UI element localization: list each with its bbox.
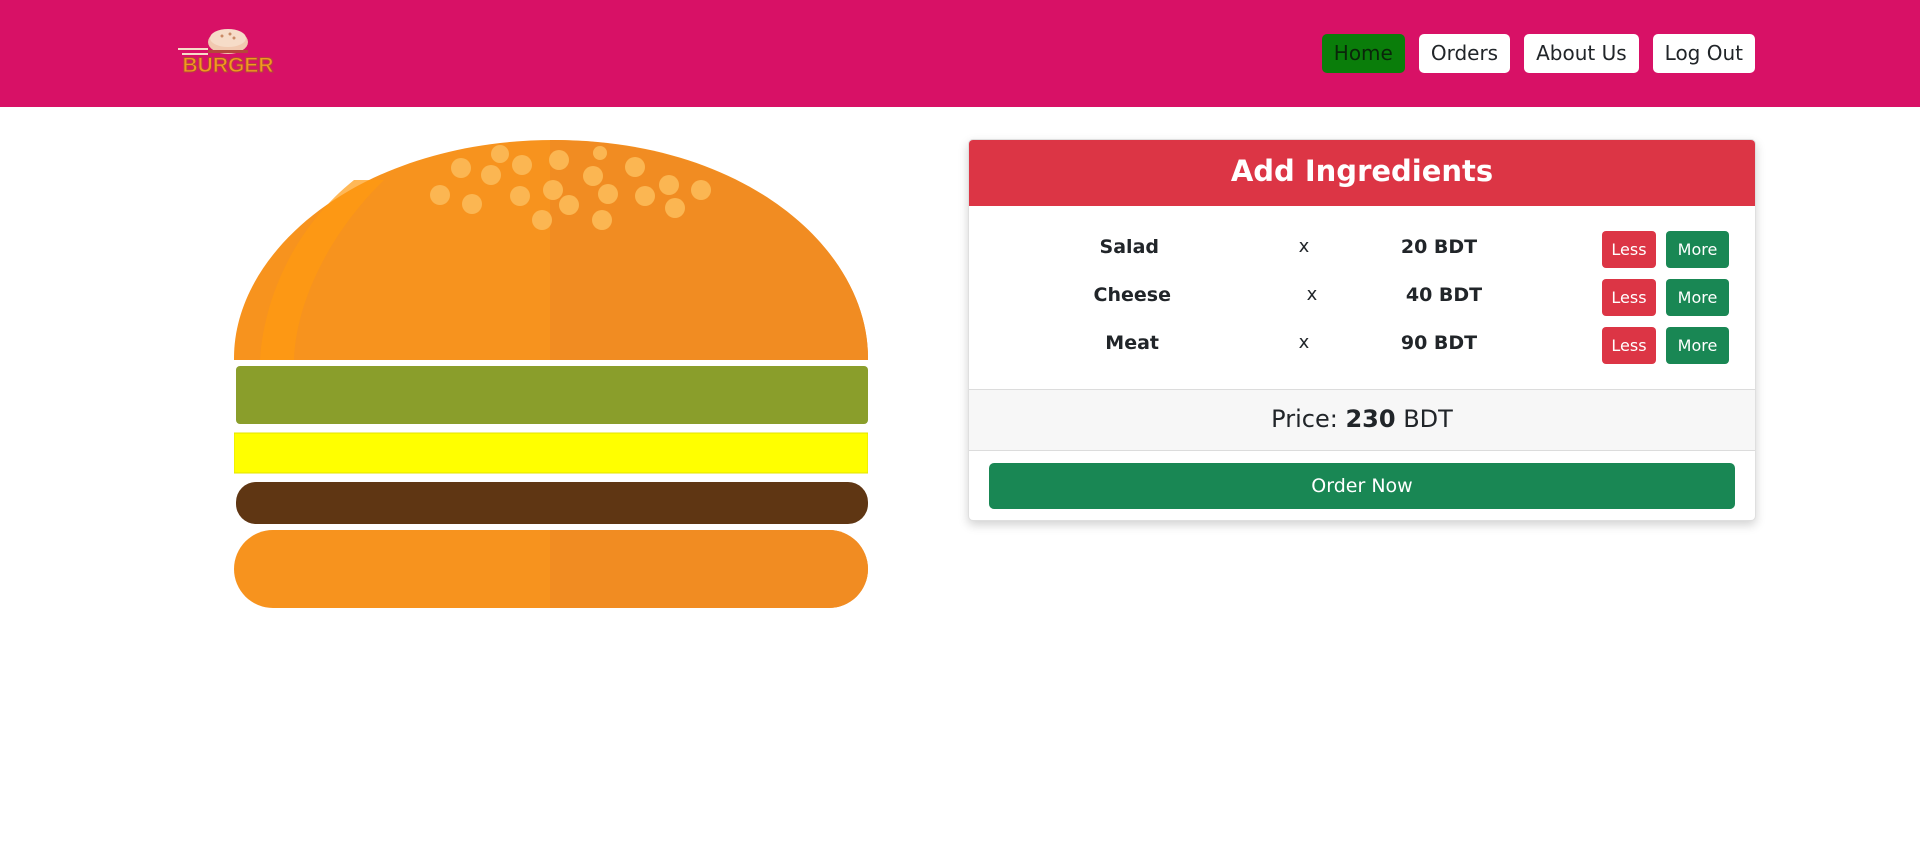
ingredient-card: Add Ingredients Salad x 20 BDT Less More… [968,139,1756,521]
logo-text: BURGER [182,54,273,77]
nav-home-link[interactable]: Home [1321,34,1405,73]
ingredient-row-salad: Salad x 20 BDT Less More [969,228,1755,268]
burger-preview [233,138,869,608]
nav-links: Home Orders About Us Log Out [1321,34,1755,73]
ingredient-name: Cheese [1093,284,1171,306]
ingredient-name: Meat [1105,332,1159,354]
ingredient-name: Salad [1099,236,1159,258]
salad-more-button[interactable]: More [1666,231,1729,268]
meat-more-button[interactable]: More [1666,327,1729,364]
meat-less-button[interactable]: Less [1602,327,1656,364]
ingredient-price: 20 BDT [1400,236,1478,258]
nav-logout-link[interactable]: Log Out [1652,34,1755,73]
meat-layer [236,482,868,524]
salad-layer [236,366,868,424]
price-value: 230 [1345,405,1396,433]
burger-logo[interactable]: BURGER [168,26,288,82]
ingredient-row-cheese: Cheese x 40 BDT Less More [969,276,1755,316]
cheese-layer [233,432,869,474]
card-title: Add Ingredients [969,140,1755,206]
ingredient-row-meat: Meat x 90 BDT Less More [969,324,1755,364]
price-unit: BDT [1403,405,1453,433]
cheese-more-button[interactable]: More [1666,279,1729,316]
top-bun [234,140,868,360]
bottom-bun [234,530,868,608]
cheese-less-button[interactable]: Less [1602,279,1656,316]
nav-about-link[interactable]: About Us [1524,34,1639,73]
ingredient-x: x [1298,236,1310,257]
price-label: Price: [1271,405,1338,433]
salad-less-button[interactable]: Less [1602,231,1656,268]
ingredient-price: 40 BDT [1405,284,1483,306]
nav-orders-link[interactable]: Orders [1418,34,1511,73]
order-now-button[interactable]: Order Now [989,463,1735,509]
ingredient-x: x [1298,332,1310,353]
ingredient-price: 90 BDT [1400,332,1478,354]
navbar: BURGER Home Orders About Us Log Out [0,0,1920,107]
price-bar: Price: 230 BDT [969,390,1755,451]
ingredient-list: Salad x 20 BDT Less More Cheese x 40 BDT… [969,206,1755,390]
